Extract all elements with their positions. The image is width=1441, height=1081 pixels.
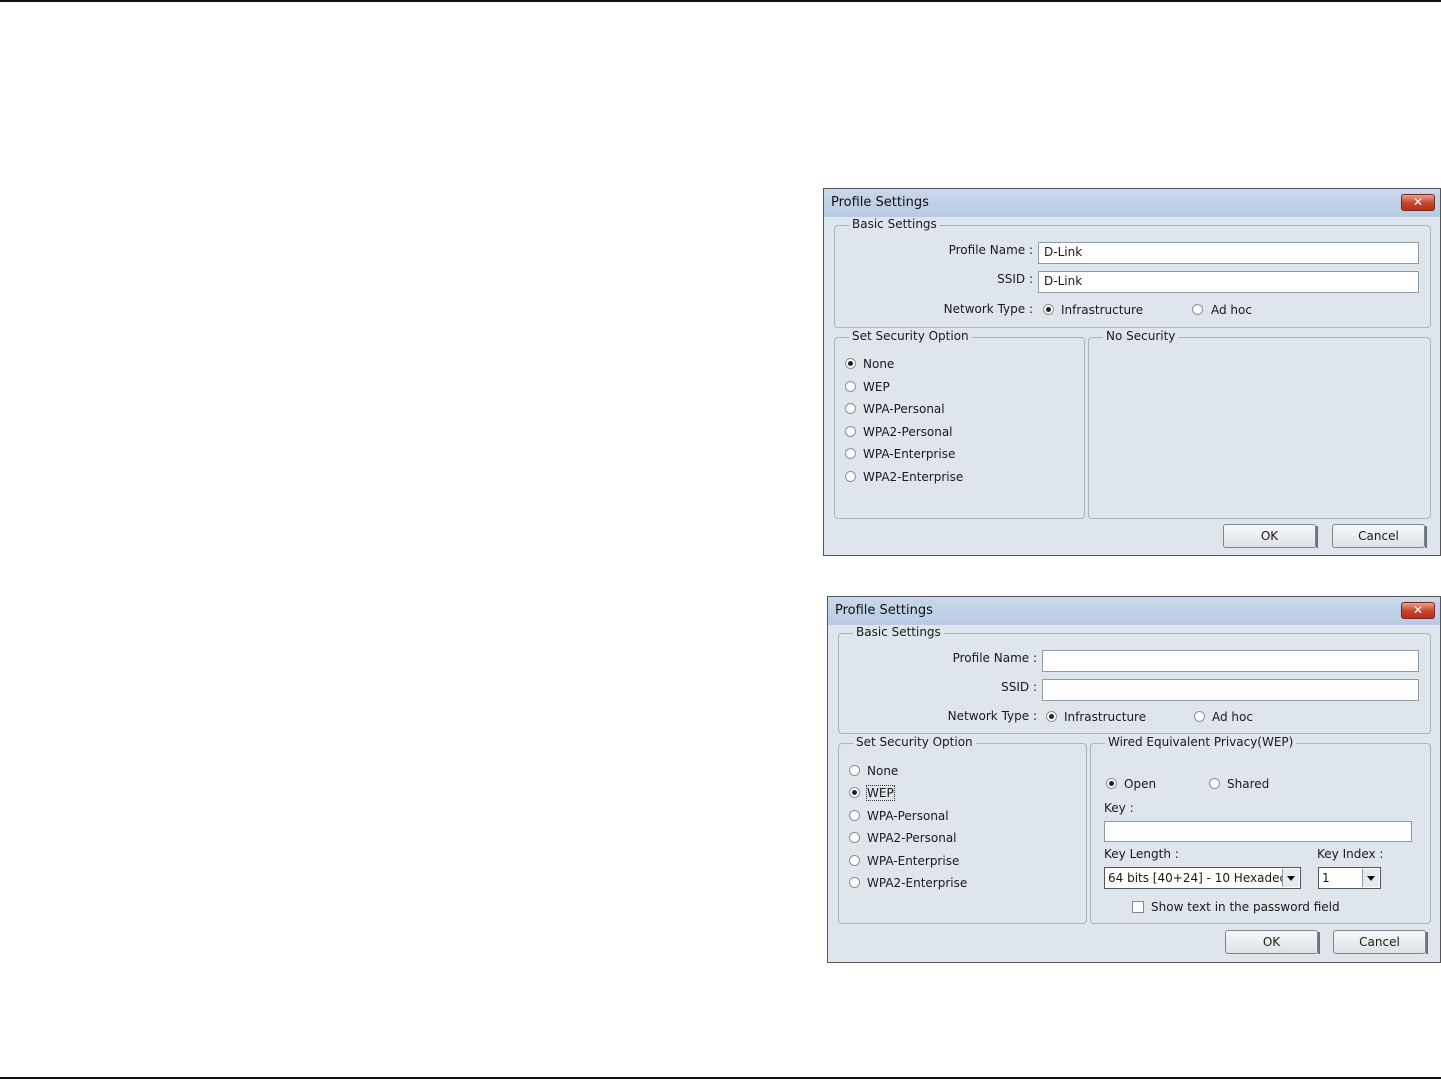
close-icon: ✕	[1412, 195, 1424, 209]
security-wpa2-personal-label: WPA2-Personal	[863, 425, 953, 439]
radio-infrastructure[interactable]	[1043, 304, 1054, 315]
basic-settings-legend: Basic Settings	[849, 217, 940, 231]
radio-security-wpa-personal[interactable]	[849, 810, 860, 821]
basic-settings-group: Basic Settings Profile Name : SSID : Net…	[838, 625, 1431, 734]
no-security-legend: No Security	[1103, 329, 1179, 343]
radio-security-none[interactable]	[845, 358, 856, 369]
cancel-button[interactable]: Cancel	[1333, 930, 1428, 954]
profile-name-input[interactable]: D-Link	[1038, 242, 1419, 264]
profile-settings-dialog-wep: Profile Settings ✕ Basic Settings Profil…	[827, 596, 1441, 963]
cancel-button[interactable]: Cancel	[1332, 524, 1427, 548]
radio-security-wpa2-personal[interactable]	[849, 832, 860, 843]
profile-name-label: Profile Name :	[952, 651, 1037, 665]
radio-security-wep[interactable]	[845, 381, 856, 392]
profile-settings-dialog-no-security: Profile Settings ✕ Basic Settings Profil…	[823, 188, 1441, 556]
ssid-label: SSID :	[997, 272, 1033, 286]
security-wpa-personal-label: WPA-Personal	[867, 809, 949, 823]
radio-security-wpa2-enterprise[interactable]	[845, 471, 856, 482]
key-length-label: Key Length :	[1104, 847, 1179, 861]
radio-auth-shared[interactable]	[1209, 778, 1220, 789]
ssid-label: SSID :	[1001, 680, 1037, 694]
adhoc-label: Ad hoc	[1211, 303, 1252, 317]
basic-settings-group: Basic Settings Profile Name : D-Link SSI…	[834, 217, 1431, 328]
security-wep-label: WEP	[866, 785, 895, 801]
network-type-label: Network Type :	[943, 302, 1033, 316]
network-type-label: Network Type :	[947, 709, 1037, 723]
key-index-label: Key Index :	[1317, 847, 1384, 861]
auth-open-label: Open	[1124, 777, 1157, 791]
security-wpa2-enterprise-label: WPA2-Enterprise	[863, 470, 964, 484]
adhoc-label: Ad hoc	[1212, 710, 1253, 724]
dialog-title: Profile Settings	[835, 603, 933, 618]
radio-security-wpa-enterprise[interactable]	[849, 855, 860, 866]
show-text-label: Show text in the password field	[1151, 900, 1340, 914]
infrastructure-label: Infrastructure	[1064, 710, 1147, 724]
key-label: Key :	[1104, 801, 1134, 815]
ssid-input[interactable]	[1042, 679, 1419, 701]
show-text-checkbox[interactable]	[1132, 901, 1144, 913]
security-none-label: None	[867, 764, 899, 778]
title-bar[interactable]: Profile Settings ✕	[828, 597, 1440, 625]
security-wpa2-enterprise-label: WPA2-Enterprise	[867, 876, 968, 890]
radio-adhoc[interactable]	[1194, 711, 1205, 722]
security-option-group: Set Security Option None WEP WPA-Persona…	[838, 735, 1087, 924]
key-index-select[interactable]: 1	[1318, 867, 1381, 889]
close-icon: ✕	[1412, 603, 1424, 617]
radio-security-wpa2-enterprise[interactable]	[849, 877, 860, 888]
radio-security-wep[interactable]	[849, 787, 860, 798]
radio-auth-open[interactable]	[1106, 778, 1117, 789]
ok-button[interactable]: OK	[1223, 524, 1318, 548]
bottom-rule	[0, 1077, 1441, 1079]
ssid-input[interactable]: D-Link	[1038, 271, 1419, 293]
security-wpa-enterprise-label: WPA-Enterprise	[867, 854, 960, 868]
no-security-panel: No Security	[1088, 329, 1431, 519]
radio-security-none[interactable]	[849, 765, 860, 776]
infrastructure-label: Infrastructure	[1061, 303, 1144, 317]
security-none-label: None	[863, 357, 895, 371]
profile-name-label: Profile Name :	[948, 243, 1033, 257]
security-wep-label: WEP	[863, 380, 890, 394]
radio-security-wpa-enterprise[interactable]	[845, 448, 856, 459]
security-option-legend: Set Security Option	[853, 735, 976, 749]
title-bar[interactable]: Profile Settings ✕	[824, 189, 1440, 217]
security-wpa-enterprise-label: WPA-Enterprise	[863, 447, 956, 461]
radio-security-wpa-personal[interactable]	[845, 403, 856, 414]
security-wpa-personal-label: WPA-Personal	[863, 402, 945, 416]
security-wpa2-personal-label: WPA2-Personal	[867, 831, 957, 845]
radio-adhoc[interactable]	[1192, 304, 1203, 315]
key-index-value: 1	[1322, 871, 1330, 885]
radio-security-wpa2-personal[interactable]	[845, 426, 856, 437]
close-button[interactable]: ✕	[1401, 194, 1435, 211]
dialog-title: Profile Settings	[831, 195, 929, 210]
key-length-value: 64 bits [40+24] - 10 Hexadecim	[1108, 871, 1282, 885]
wep-legend: Wired Equivalent Privacy(WEP)	[1105, 735, 1297, 749]
security-option-group: Set Security Option None WEP WPA-Persona…	[834, 329, 1085, 519]
key-length-select[interactable]: 64 bits [40+24] - 10 Hexadecim	[1104, 867, 1301, 889]
basic-settings-legend: Basic Settings	[853, 625, 944, 639]
profile-name-input[interactable]	[1042, 650, 1419, 672]
ok-button[interactable]: OK	[1225, 930, 1320, 954]
close-button[interactable]: ✕	[1401, 602, 1435, 619]
security-option-legend: Set Security Option	[849, 329, 972, 343]
wep-panel: Wired Equivalent Privacy(WEP) Open Share…	[1090, 735, 1431, 924]
top-rule	[0, 0, 1441, 2]
auth-shared-label: Shared	[1227, 777, 1270, 791]
chevron-down-icon[interactable]	[1282, 869, 1299, 887]
chevron-down-icon[interactable]	[1362, 869, 1379, 887]
key-input[interactable]	[1104, 821, 1412, 842]
radio-infrastructure[interactable]	[1046, 711, 1057, 722]
